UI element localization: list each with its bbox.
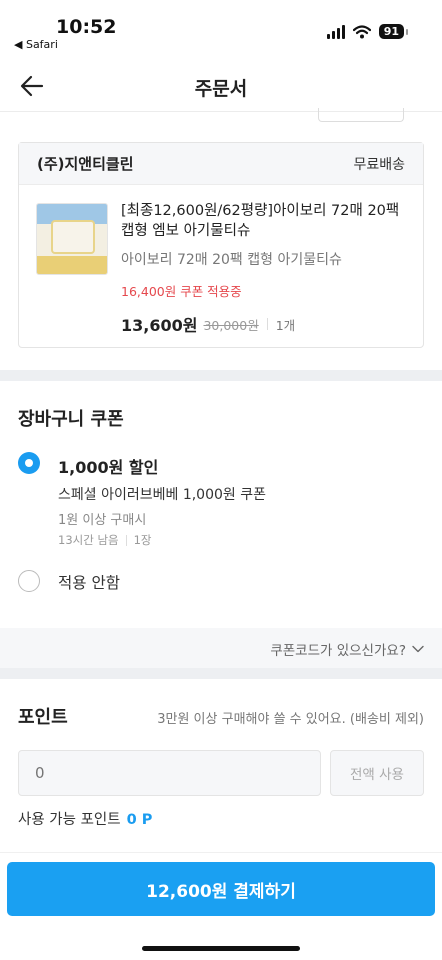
use-all-points-button[interactable]: 전액 사용 (330, 750, 424, 796)
coupon-amount[interactable]: 1,000원 할인 (58, 454, 158, 478)
available-points: 사용 가능 포인트 0 P (18, 808, 152, 829)
coupon-condition: 1원 이상 구매시 (58, 513, 147, 528)
coupon-radio-selected[interactable] (18, 452, 40, 474)
coupon-code-toggle[interactable]: 쿠폰코드가 있으신가요? (270, 639, 424, 659)
available-points-label: 사용 가능 포인트 (18, 812, 121, 828)
product-title: [최종12,600원/62평량]아이보리 72매 20팩 캡형 엠보 아기물티슈 (121, 203, 400, 239)
order-item-card: (주)지앤티클린 무료배송 [최종12,600원/62평량]아이보리 72매 2… (18, 142, 424, 348)
page-title: 주문서 (194, 78, 248, 100)
coupon-code-label: 쿠폰코드가 있으신가요? (270, 643, 406, 659)
final-price: 13,600원 (121, 316, 198, 335)
section-divider (0, 668, 442, 679)
coupon-meta: 13시간 남음 1장 (58, 532, 152, 548)
points-title: 포인트 (18, 707, 68, 728)
available-points-value: 0 P (126, 812, 153, 828)
cart-coupon-title: 장바구니 쿠폰 (18, 409, 124, 430)
no-coupon-label[interactable]: 적용 안함 (58, 571, 120, 593)
coupon-time-left: 13시간 남음 (58, 533, 119, 547)
battery-icon: 91 (378, 24, 409, 39)
shop-header: (주)지앤티클린 무료배송 (19, 143, 423, 185)
points-note: 3만원 이상 구매해야 쓸 수 있어요. (배송비 제외) (157, 712, 424, 727)
no-coupon-radio[interactable] (18, 570, 40, 592)
coupon-count: 1장 (133, 533, 152, 547)
divider (266, 318, 268, 330)
chevron-down-icon (412, 645, 424, 653)
wifi-icon (352, 24, 371, 38)
coupon-applied-text: 16,400원 쿠폰 적용중 (121, 284, 242, 299)
price-row: 13,600원 30,000원 1개 (121, 312, 411, 336)
coupon-name: 스페셜 아이러브베베 1,000원 쿠폰 (58, 487, 266, 503)
checkout-bar: 12,600원 결제하기 (0, 852, 442, 960)
header: 주문서 (0, 60, 442, 112)
status-time: 10:52 (56, 16, 117, 38)
product-option: 아이보리 72매 20팩 캡형 아기물티슈 (121, 252, 342, 268)
scrolled-content-edge (0, 108, 442, 122)
points-input[interactable] (18, 750, 321, 796)
section-divider (0, 370, 442, 381)
status-bar: 10:52 ◀ Safari 91 (0, 0, 442, 60)
product-info: [최종12,600원/62평량]아이보리 72매 20팩 캡형 엠보 아기물티슈… (121, 201, 411, 336)
home-indicator[interactable] (142, 946, 300, 951)
cellular-signal-icon (326, 24, 345, 39)
product-image (36, 203, 108, 275)
back-to-safari[interactable]: ◀ Safari (14, 38, 58, 51)
quantity: 1개 (275, 317, 296, 333)
shop-name: (주)지앤티클린 (37, 155, 134, 173)
coupon-code-bar: 쿠폰코드가 있으신가요? (0, 628, 442, 668)
scrolled-button-edge (318, 108, 404, 122)
status-indicators: 91 (326, 24, 409, 39)
pay-button[interactable]: 12,600원 결제하기 (7, 862, 435, 916)
shipping-label: 무료배송 (353, 156, 405, 173)
divider (125, 534, 127, 546)
original-price: 30,000원 (203, 317, 259, 333)
